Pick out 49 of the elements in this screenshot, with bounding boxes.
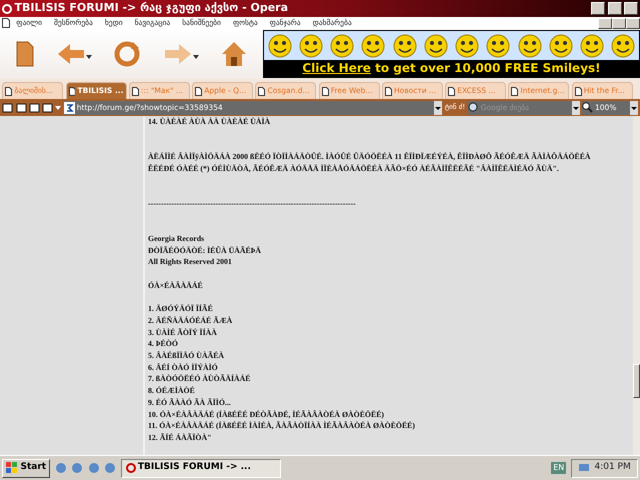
smiley-icon [518, 34, 542, 58]
minimize-button[interactable] [598, 18, 612, 28]
advertisement-banner[interactable]: Click Here to get over 10,000 FREE Smileys! [263, 30, 640, 78]
page-icon [68, 86, 76, 96]
page-icon [5, 86, 12, 96]
minimize-button[interactable] [591, 2, 606, 15]
smiley-icon [455, 34, 480, 58]
language-indicator[interactable]: EN [550, 462, 566, 474]
back-arrow-icon[interactable] [56, 41, 92, 67]
page-icon [132, 86, 139, 96]
smiley-icon [298, 34, 323, 58]
page-icon[interactable] [42, 102, 53, 113]
opera-logo-icon [2, 4, 12, 14]
smiley-icon [486, 34, 510, 58]
smiley-icon [611, 34, 636, 58]
site-logo-icon [64, 102, 74, 114]
smiley-icon [268, 34, 292, 58]
taskbar-button[interactable]: TBILISIS FORUMI -> ... [120, 458, 281, 478]
smiley-icon [361, 34, 386, 58]
smiley-icon [330, 34, 354, 58]
scroll-thumb[interactable] [633, 364, 640, 398]
banner-text: Click Here to get over 10,000 FREE Smileys! [301, 60, 602, 77]
home-icon[interactable] [220, 40, 248, 68]
smiley-icon [548, 34, 573, 58]
windows-logo-icon [6, 462, 18, 474]
page-icon [258, 86, 266, 96]
restore-button[interactable] [612, 18, 626, 28]
page-icon [511, 86, 518, 96]
clock: 4:01 PM [594, 461, 631, 474]
page-icon [322, 86, 328, 96]
page-icon [448, 86, 455, 96]
maximize-button[interactable] [608, 2, 622, 15]
window-title: TBILISIS FORUMI -> რაც ჯგუფი აქვსო - Opera [14, 0, 290, 16]
scrollbar[interactable] [633, 116, 640, 455]
document-icon[interactable] [15, 40, 36, 68]
reload-icon[interactable] [113, 40, 142, 68]
page-icon [195, 86, 202, 96]
page-icon [384, 86, 392, 96]
start-button[interactable]: Start [2, 458, 50, 478]
page-icon [574, 86, 582, 96]
smiley-icon [424, 34, 448, 58]
opera-logo-icon [126, 463, 136, 473]
dropdown-arrow-icon[interactable] [55, 106, 62, 110]
search-icon [468, 102, 478, 113]
close-button[interactable] [626, 18, 640, 28]
smiley-icon [392, 34, 417, 58]
zoom-icon [582, 102, 593, 113]
smiley-icon [580, 34, 604, 58]
close-button[interactable] [624, 2, 638, 15]
